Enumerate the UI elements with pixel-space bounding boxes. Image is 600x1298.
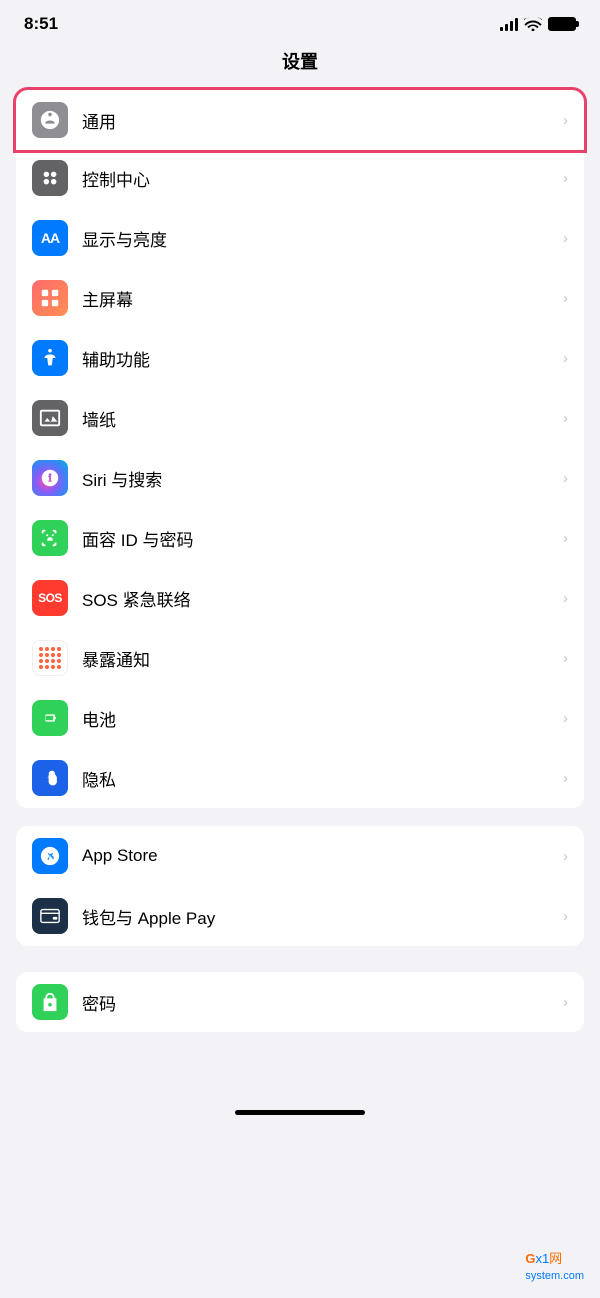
battery-item-icon <box>32 700 68 736</box>
appstore-icon <box>32 838 68 874</box>
wallet-icon <box>32 898 68 934</box>
wallet-label: 钱包与 Apple Pay <box>82 904 555 929</box>
siri-icon <box>32 460 68 496</box>
password-icon <box>32 984 68 1020</box>
settings-item-password[interactable]: 密码 › <box>16 972 584 1032</box>
home-bar <box>0 1100 600 1121</box>
settings-item-exposure[interactable]: 暴露通知 › <box>16 628 584 688</box>
settings-item-battery[interactable]: 电池 › <box>16 688 584 748</box>
home-screen-label: 主屏幕 <box>82 286 555 311</box>
password-label: 密码 <box>82 990 555 1015</box>
settings-item-control-center[interactable]: 控制中心 › <box>16 147 584 208</box>
faceid-label: 面容 ID 与密码 <box>82 526 555 551</box>
appstore-label: App Store <box>82 846 555 866</box>
exposure-icon <box>32 640 68 676</box>
privacy-label: 隐私 <box>82 766 555 791</box>
battery-label: 电池 <box>82 706 555 731</box>
status-time: 8:51 <box>24 14 58 34</box>
wallpaper-label: 墙纸 <box>82 406 555 431</box>
settings-item-wallpaper[interactable]: 墙纸 › <box>16 388 584 448</box>
section-apps: App Store › 钱包与 Apple Pay › <box>16 826 584 946</box>
display-icon: AA <box>32 220 68 256</box>
section-password: 密码 › <box>16 972 584 1032</box>
settings-item-accessibility[interactable]: 辅助功能 › <box>16 328 584 388</box>
settings-item-display[interactable]: AA 显示与亮度 › <box>16 208 584 268</box>
sos-label: SOS 紧急联络 <box>82 586 555 611</box>
display-label: 显示与亮度 <box>82 226 555 251</box>
settings-item-faceid[interactable]: 面容 ID 与密码 › <box>16 508 584 568</box>
settings-item-appstore[interactable]: App Store › <box>16 826 584 886</box>
privacy-icon <box>32 760 68 796</box>
sos-icon: SOS <box>32 580 68 616</box>
faceid-icon <box>32 520 68 556</box>
settings-item-sos[interactable]: SOS SOS 紧急联络 › <box>16 568 584 628</box>
control-center-label: 控制中心 <box>82 166 555 191</box>
accessibility-icon <box>32 340 68 376</box>
signal-icon <box>500 17 518 31</box>
battery-icon <box>548 17 576 31</box>
settings-item-general[interactable]: 通用 › <box>16 90 584 150</box>
exposure-label: 暴露通知 <box>82 646 555 671</box>
general-chevron: › <box>563 112 568 129</box>
general-icon <box>32 102 68 138</box>
settings-item-wallet[interactable]: 钱包与 Apple Pay › <box>16 886 584 946</box>
watermark: Gx1网 system.com <box>525 1248 584 1282</box>
wallpaper-icon <box>32 400 68 436</box>
general-label: 通用 <box>82 108 555 133</box>
siri-label: Siri 与搜索 <box>82 466 555 491</box>
settings-item-home-screen[interactable]: 主屏幕 › <box>16 268 584 328</box>
page-title: 设置 <box>0 40 600 90</box>
status-icons <box>500 17 576 31</box>
settings-item-privacy[interactable]: 隐私 › <box>16 748 584 808</box>
accessibility-label: 辅助功能 <box>82 346 555 371</box>
wifi-icon <box>524 17 542 31</box>
home-indicator <box>235 1110 365 1115</box>
home-screen-icon <box>32 280 68 316</box>
settings-item-siri[interactable]: Siri 与搜索 › <box>16 448 584 508</box>
control-center-icon <box>32 160 68 196</box>
status-bar: 8:51 <box>0 0 600 40</box>
